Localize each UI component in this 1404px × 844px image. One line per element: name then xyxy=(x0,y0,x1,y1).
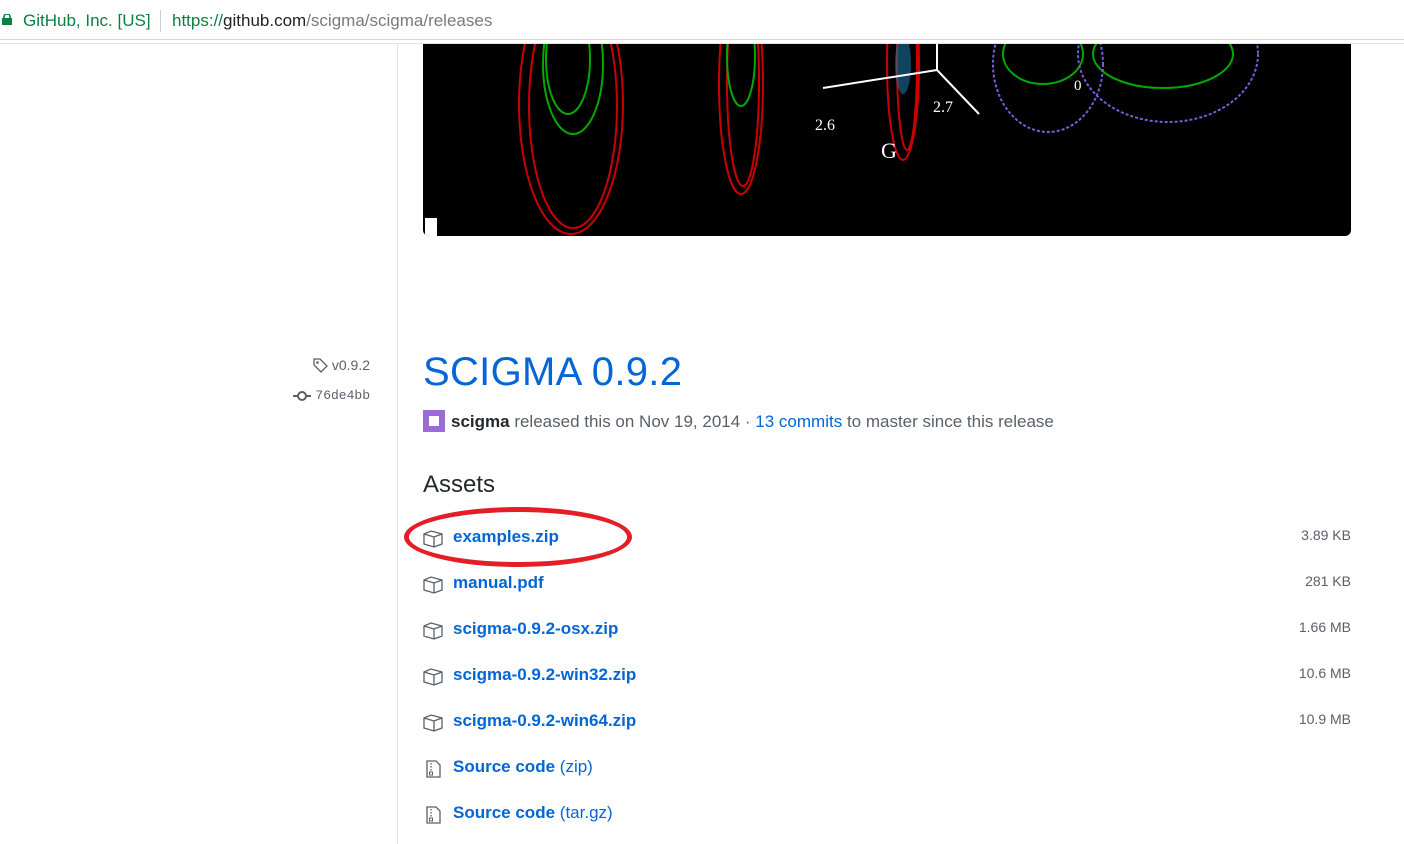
axis-label-d: 0 xyxy=(1074,78,1082,94)
url-text[interactable]: https://github.com/scigma/scigma/release… xyxy=(172,11,492,31)
asset-row[interactable]: scigma-0.9.2-win32.zip 10.6 MB xyxy=(423,661,1351,691)
package-icon xyxy=(423,714,443,732)
address-separator xyxy=(160,10,161,32)
package-icon xyxy=(423,668,443,686)
tag-label: v0.9.2 xyxy=(331,357,370,373)
asset-link[interactable]: Source code (tar.gz) xyxy=(453,803,613,823)
asset-link-name: Source code xyxy=(453,803,556,822)
asset-row[interactable]: scigma-0.9.2-win64.zip 10.9 MB xyxy=(423,707,1351,737)
released-text: released this on Nov 19, 2014 · xyxy=(509,412,756,431)
asset-row[interactable]: manual.pdf 281 KB xyxy=(423,569,1351,599)
commit-icon xyxy=(293,391,312,401)
release-byline: scigma released this on Nov 19, 2014 · 1… xyxy=(423,410,1054,432)
asset-size: 10.9 MB xyxy=(1298,711,1351,727)
asset-size: 281 KB xyxy=(1305,573,1351,589)
url-host: github.com xyxy=(223,11,307,30)
asset-link[interactable]: scigma-0.9.2-osx.zip xyxy=(453,619,618,639)
assets-heading: Assets xyxy=(423,471,496,498)
release-tag[interactable]: v0.9.2 xyxy=(312,357,370,373)
address-bar[interactable]: GitHub, Inc. [US] https://github.com/sci… xyxy=(0,0,1404,40)
release-timeline-border xyxy=(397,44,398,844)
asset-link-suffix: (zip) xyxy=(559,757,593,776)
asset-link-suffix: (tar.gz) xyxy=(559,803,613,822)
asset-link[interactable]: manual.pdf xyxy=(453,573,544,593)
asset-link[interactable]: scigma-0.9.2-win64.zip xyxy=(453,711,636,731)
asset-size: 10.6 MB xyxy=(1298,665,1351,681)
axis-label-c: G xyxy=(881,138,897,163)
tag-icon xyxy=(313,358,328,373)
release-screenshot-image: 2.6 2.7 G 0 xyxy=(423,44,1351,236)
site-identity[interactable]: GitHub, Inc. [US] xyxy=(23,11,151,31)
commits-link[interactable]: 13 commits xyxy=(755,412,842,431)
axis-label-a: 2.6 xyxy=(815,117,835,134)
asset-size: 3.89 KB xyxy=(1301,527,1351,543)
asset-row[interactable]: scigma-0.9.2-osx.zip 1.66 MB xyxy=(423,615,1351,645)
url-path: /scigma/scigma/releases xyxy=(306,11,493,30)
asset-row[interactable]: Source code (zip) xyxy=(423,753,1351,783)
release-commit[interactable]: 76de4bb xyxy=(293,388,370,403)
axis-label-b: 2.7 xyxy=(933,99,953,116)
asset-link-name: Source code xyxy=(453,757,556,776)
package-icon xyxy=(423,576,443,594)
release-title[interactable]: SCIGMA 0.9.2 xyxy=(423,350,682,395)
asset-link[interactable]: Source code (zip) xyxy=(453,757,593,777)
url-scheme: https:// xyxy=(172,11,224,30)
asset-link[interactable]: scigma-0.9.2-win32.zip xyxy=(453,665,636,685)
asset-row[interactable]: Source code (tar.gz) xyxy=(423,799,1351,829)
file-zip-icon xyxy=(426,760,441,778)
commit-sha: 76de4bb xyxy=(315,388,370,403)
avatar[interactable] xyxy=(423,410,445,432)
package-icon xyxy=(423,622,443,640)
asset-size: 1.66 MB xyxy=(1298,619,1351,635)
commits-suffix: to master since this release xyxy=(842,412,1054,431)
file-zip-icon xyxy=(426,806,441,824)
highlight-circle-annotation xyxy=(404,507,632,567)
lock-icon xyxy=(2,14,12,25)
release-author[interactable]: scigma xyxy=(451,412,510,431)
